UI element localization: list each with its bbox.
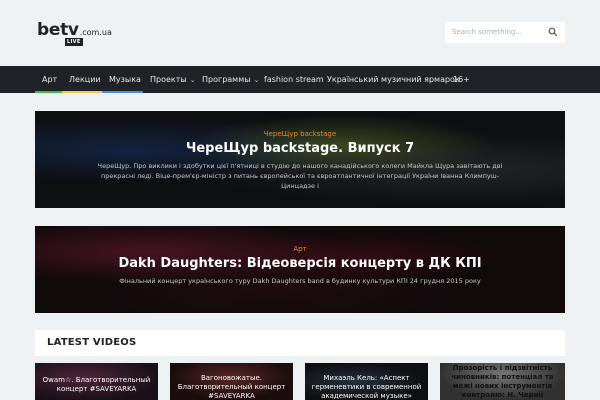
nav-item-art[interactable]: Арт	[42, 66, 57, 93]
video-card-1[interactable]: Оwam☆. Благотворительный концерт #SAVEYA…	[35, 363, 158, 400]
nav-underline-art	[35, 91, 62, 93]
banner-description: ЧереЩур. Про виклики і здобутки цієї п'я…	[95, 161, 505, 191]
banner-image	[35, 111, 565, 208]
nav-item-music[interactable]: Музыка	[109, 66, 141, 93]
nav-item-music-fair[interactable]: Український музичний ярмарок	[327, 66, 460, 93]
banner-category[interactable]: ЧереЩур backstage	[35, 130, 565, 138]
video-card-4[interactable]: Прозорість і підзвітність чиновників: по…	[440, 363, 565, 400]
featured-banner-2[interactable]: Арт Dakh Daughters: Відеоверсія концерту…	[35, 226, 565, 313]
chevron-down-icon: ⌄	[253, 76, 260, 84]
nav-item-projects[interactable]: Проекты ⌄	[150, 66, 196, 93]
featured-banner-1[interactable]: ЧереЩур backstage ЧереЩур backstage. Вип…	[35, 111, 565, 208]
main-nav: Арт Лекции Музыка Проекты ⌄ Программы ⌄ fa…	[0, 66, 600, 93]
nav-underline-lectures	[62, 91, 102, 93]
video-card-2[interactable]: Вагоновожатые. Благотворительный концерт…	[170, 363, 293, 400]
nav-item-programs[interactable]: Программы ⌄	[202, 66, 259, 93]
search-input[interactable]: Search something...	[452, 28, 522, 36]
search-box[interactable]: Search something...	[445, 22, 565, 43]
logo-domain: .com.ua	[79, 28, 112, 37]
banner-desc-line: Фінальний концерт українського туру Dakh…	[119, 277, 481, 285]
nav-label: fashion stream	[264, 75, 324, 84]
nav-item-fashion-stream[interactable]: fashion stream	[264, 66, 324, 93]
nav-item-lectures[interactable]: Лекции	[69, 66, 101, 93]
banner-title[interactable]: Dakh Daughters: Відеоверсія концерту в Д…	[35, 256, 565, 271]
nav-label: Проекты	[150, 75, 187, 84]
chevron-down-icon: ⌄	[189, 76, 196, 84]
logo-text: betv	[37, 20, 79, 40]
video-title[interactable]: Вагоновожатые. Благотворительный концерт…	[174, 374, 289, 400]
nav-label: Музыка	[109, 75, 141, 84]
site-logo[interactable]: betv.com.ua LIVE	[37, 20, 112, 46]
nav-label: Лекции	[69, 75, 101, 84]
nav-label: Арт	[42, 75, 58, 84]
banner-category[interactable]: Арт	[35, 245, 565, 253]
video-title[interactable]: Оwam☆. Благотворительный концерт #SAVEYA…	[39, 376, 154, 394]
video-title[interactable]: Михаэль Кель: «Аспект герменевтики в сов…	[309, 374, 424, 400]
video-title[interactable]: Прозорість і підзвітність чиновників: по…	[444, 364, 561, 400]
banner-description: Фінальний концерт українського туру Dakh…	[95, 276, 505, 286]
section-title: LATEST VIDEOS	[47, 337, 137, 348]
nav-underline-music	[102, 91, 143, 93]
nav-label: Программы	[202, 75, 251, 84]
banner-desc-line: прекрасні леді. Віце-прем'єр-міністр з п…	[100, 172, 500, 190]
banner-title[interactable]: ЧереЩур backstage. Випуск 7	[35, 141, 565, 156]
nav-label: 16+	[453, 75, 470, 84]
latest-videos-header: LATEST VIDEOS	[35, 330, 565, 356]
video-card-3[interactable]: Михаэль Кель: «Аспект герменевтики в сов…	[305, 363, 428, 400]
nav-item-16plus[interactable]: 16+	[453, 66, 470, 93]
banner-desc-line: ЧереЩур. Про виклики і здобутки цієї п'я…	[97, 162, 503, 170]
search-icon[interactable]	[548, 27, 558, 37]
nav-label: Український музичний ярмарок	[327, 75, 460, 84]
logo-live-badge: LIVE	[65, 38, 83, 46]
